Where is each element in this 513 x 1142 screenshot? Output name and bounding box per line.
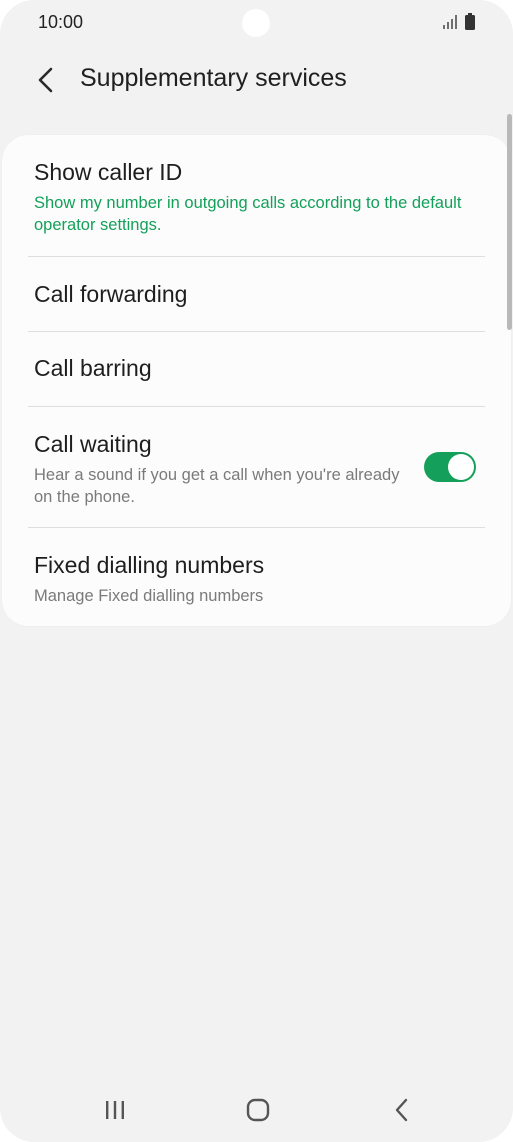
toggle-knob: [448, 454, 474, 480]
setting-subtitle: Hear a sound if you get a call when you'…: [34, 466, 400, 506]
battery-icon: [465, 13, 475, 30]
scrollbar[interactable]: [507, 114, 512, 330]
home-button[interactable]: [234, 1090, 282, 1130]
status-bar: 10:00: [0, 0, 513, 46]
status-time: 10:00: [38, 12, 84, 32]
setting-title: Call barring: [34, 355, 152, 381]
setting-subtitle: Manage Fixed dialling numbers: [34, 587, 264, 605]
signal-icon: [443, 15, 457, 29]
back-icon: [395, 1098, 408, 1122]
chevron-left-icon: [38, 67, 53, 93]
home-icon: [246, 1098, 270, 1122]
setting-call-barring[interactable]: Call barring: [2, 332, 511, 406]
setting-show-caller-id[interactable]: Show caller ID Show my number in outgoin…: [2, 135, 511, 256]
setting-subtitle: Show my number in outgoing calls accordi…: [34, 194, 462, 234]
setting-call-waiting[interactable]: Call waiting Hear a sound if you get a c…: [2, 407, 511, 527]
settings-card: Show caller ID Show my number in outgoin…: [2, 135, 511, 626]
setting-call-forwarding[interactable]: Call forwarding: [2, 257, 511, 331]
recent-apps-button[interactable]: [91, 1090, 139, 1130]
recent-apps-icon: [106, 1101, 124, 1119]
call-waiting-toggle[interactable]: [424, 452, 476, 482]
setting-title: Call waiting: [34, 431, 152, 457]
page-title: Supplementary services: [80, 64, 347, 92]
navigation-bar: [0, 1080, 513, 1140]
front-camera-cutout: [242, 9, 270, 37]
nav-back-button[interactable]: [378, 1090, 426, 1130]
app-header: Supplementary services: [0, 50, 513, 110]
setting-title: Fixed dialling numbers: [34, 552, 265, 578]
setting-fixed-dialling-numbers[interactable]: Fixed dialling numbers Manage Fixed dial…: [2, 528, 511, 626]
setting-title: Show caller ID: [34, 159, 183, 185]
setting-title: Call forwarding: [34, 281, 188, 307]
back-button[interactable]: [26, 60, 66, 100]
phone-screen: 10:00 Supplementary services Show caller…: [0, 0, 513, 1142]
